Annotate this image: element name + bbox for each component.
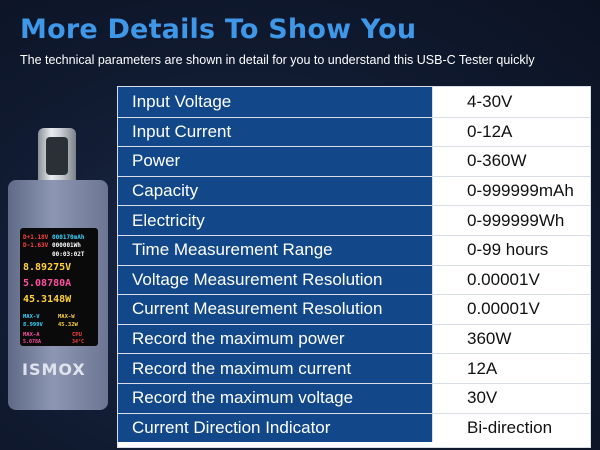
spec-param: Record the maximum power	[118, 324, 433, 354]
screen-max-v-label: MAX-V	[23, 314, 40, 320]
spec-param: Power	[118, 147, 433, 176]
screen-cpu-label: CPU	[72, 332, 82, 338]
screen-power: 45.3148W	[23, 294, 72, 305]
screen-max-v: 8.999V	[23, 322, 43, 328]
spec-param: Electricity	[118, 206, 433, 235]
usb-c-slot	[46, 137, 68, 175]
device-body: D+1.18V D-1.63V 000170mAh 000001Wh 00:03…	[8, 180, 108, 410]
screen-max-w-label: MAX-W	[58, 314, 75, 320]
spec-param: Voltage Measurement Resolution	[118, 265, 433, 295]
spec-value: 0.00001V	[433, 295, 590, 324]
spec-row: Input Current 0-12A	[118, 116, 590, 147]
screen-current: 5.08780A	[23, 278, 72, 289]
spec-row: Time Measurement Range 0-99 hours	[118, 234, 590, 265]
screen-energy: 000001Wh	[52, 242, 81, 249]
spec-row: Current Direction Indicator Bi-direction	[118, 412, 590, 443]
spec-value: 360W	[433, 324, 590, 354]
spec-value: 12A	[433, 354, 590, 383]
spec-row: Record the maximum voltage 30V	[118, 382, 590, 413]
device-screen: D+1.18V D-1.63V 000170mAh 000001Wh 00:03…	[20, 228, 98, 346]
spec-value: 0-12A	[433, 117, 590, 147]
screen-max-a-label: MAX-A	[23, 332, 40, 338]
spec-value: 4-30V	[433, 87, 590, 117]
spec-value: 0-360W	[433, 147, 590, 176]
spec-row: Record the maximum power 360W	[118, 323, 590, 354]
spec-param: Time Measurement Range	[118, 235, 433, 265]
spec-value: 0-999999Wh	[433, 206, 590, 235]
screen-voltage: 8.89275V	[23, 262, 72, 273]
spec-table: Input Voltage 4-30V Input Current 0-12A …	[117, 86, 591, 448]
spec-param: Record the maximum current	[118, 354, 433, 383]
spec-row: Record the maximum current 12A	[118, 353, 590, 383]
spec-value: Bi-direction	[433, 413, 590, 443]
screen-capacity: 000170mAh	[52, 234, 85, 241]
spec-param: Input Current	[118, 117, 433, 147]
spec-value: 0.00001V	[433, 265, 590, 295]
spec-row: Electricity 0-999999Wh	[118, 205, 590, 235]
usb-c-tester-device: D+1.18V D-1.63V 000170mAh 000001Wh 00:03…	[0, 128, 112, 450]
spec-param: Current Direction Indicator	[118, 413, 433, 443]
spec-param: Record the maximum voltage	[118, 383, 433, 413]
screen-dp: D+1.18V	[23, 234, 49, 241]
spec-row: Input Voltage 4-30V	[118, 87, 590, 117]
spec-value: 0-999999mAh	[433, 176, 590, 206]
screen-dm: D-1.63V	[23, 242, 49, 249]
spec-param: Capacity	[118, 176, 433, 206]
screen-cpu-temp: 34°C	[72, 339, 85, 345]
spec-row: Capacity 0-999999mAh	[118, 175, 590, 206]
spec-value: 30V	[433, 383, 590, 413]
spec-row: Power 0-360W	[118, 146, 590, 176]
spec-row: Voltage Measurement Resolution 0.00001V	[118, 264, 590, 295]
screen-time: 00:03:02T	[52, 251, 85, 258]
spec-value: 0-99 hours	[433, 235, 590, 265]
screen-max-a: 5.078A	[23, 339, 42, 345]
device-logo: ISMOX	[22, 360, 86, 379]
page-subtitle: The technical parameters are shown in de…	[20, 53, 535, 67]
spec-param: Current Measurement Resolution	[118, 295, 433, 324]
spec-param: Input Voltage	[118, 87, 433, 117]
spec-row: Current Measurement Resolution 0.00001V	[118, 294, 590, 324]
screen-max-w: 45.32W	[58, 322, 78, 328]
page-title: More Details To Show You	[20, 14, 417, 45]
